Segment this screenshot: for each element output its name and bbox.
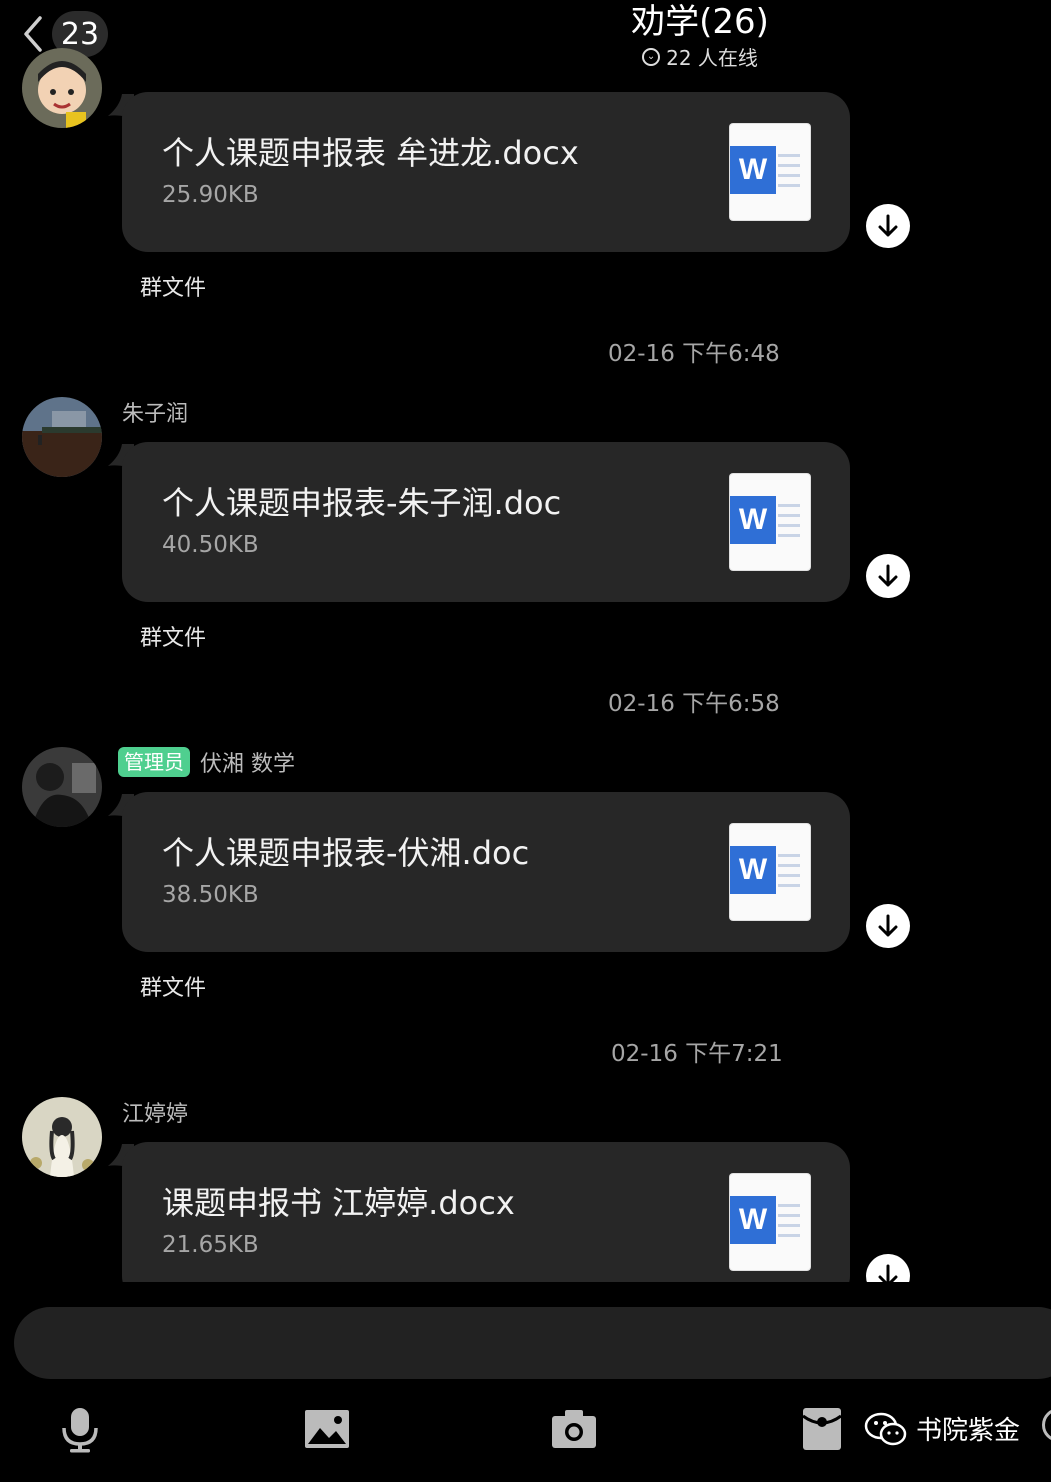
photo-avatar-icon	[22, 397, 102, 477]
admin-badge: 管理员	[118, 747, 190, 777]
sender-row: 管理员 伏湘 数学	[118, 746, 295, 778]
camera-icon	[552, 1410, 596, 1448]
avatar[interactable]	[22, 1097, 102, 1177]
avatar[interactable]	[22, 48, 102, 128]
file-name: 课题申报书 江婷婷.docx	[162, 1184, 515, 1222]
file-size: 21.65KB	[162, 1232, 259, 1258]
photo-avatar-icon	[22, 747, 102, 827]
avatar[interactable]	[22, 747, 102, 827]
avatar[interactable]	[22, 397, 102, 477]
chevron-left-icon	[24, 16, 42, 52]
word-file-icon: W	[730, 1174, 810, 1270]
voice-button[interactable]	[55, 1404, 105, 1454]
group-file-label[interactable]: 群文件	[140, 620, 206, 652]
download-arrow-icon	[878, 564, 898, 587]
word-file-icon: W	[730, 124, 810, 220]
online-count: 22 人在线	[666, 46, 758, 70]
cartoon-avatar-icon	[22, 48, 102, 128]
watermark: 书院紫金	[864, 1410, 1020, 1447]
photo-avatar-icon	[22, 1097, 102, 1177]
red-packet-icon	[802, 1408, 842, 1450]
download-arrow-icon	[878, 214, 898, 237]
online-status[interactable]: ⌄ 22 人在线	[525, 42, 875, 71]
file-name: 个人课题申报表-朱子润.doc	[162, 484, 562, 522]
red-packet-button[interactable]	[797, 1404, 847, 1454]
chat-title[interactable]: 劝学(26)	[525, 2, 875, 42]
file-size: 40.50KB	[162, 532, 259, 558]
file-size: 25.90KB	[162, 182, 259, 208]
download-button[interactable]	[866, 204, 910, 248]
file-size: 38.50KB	[162, 882, 259, 908]
sender-name: 朱子润	[122, 402, 189, 427]
group-file-label[interactable]: 群文件	[140, 970, 206, 1002]
microphone-icon	[62, 1408, 98, 1453]
group-file-label[interactable]: 群文件	[140, 270, 206, 302]
word-file-icon: W	[730, 824, 810, 920]
file-name: 个人课题申报表-伏湘.doc	[162, 834, 530, 872]
sender-name: 江婷婷	[122, 1102, 189, 1127]
camera-button[interactable]	[549, 1404, 599, 1454]
file-name: 个人课题申报表 牟进龙.docx	[162, 134, 579, 172]
download-arrow-icon	[878, 914, 898, 937]
sender-name: 伏湘 数学	[200, 752, 295, 777]
timestamp: 02-16 下午6:58	[608, 691, 780, 717]
timestamp: 02-16 下午7:21	[611, 1041, 783, 1067]
wechat-icon	[864, 1412, 907, 1445]
download-button[interactable]	[866, 554, 910, 598]
image-button[interactable]	[302, 1404, 352, 1454]
image-icon	[305, 1410, 349, 1448]
download-button[interactable]	[866, 904, 910, 948]
timestamp: 02-16 下午6:48	[608, 341, 780, 367]
message-input[interactable]	[14, 1307, 1051, 1379]
chevron-down-circle-icon: ⌄	[642, 47, 661, 66]
word-file-icon: W	[730, 474, 810, 570]
watermark-text: 书院紫金	[916, 1416, 1021, 1446]
